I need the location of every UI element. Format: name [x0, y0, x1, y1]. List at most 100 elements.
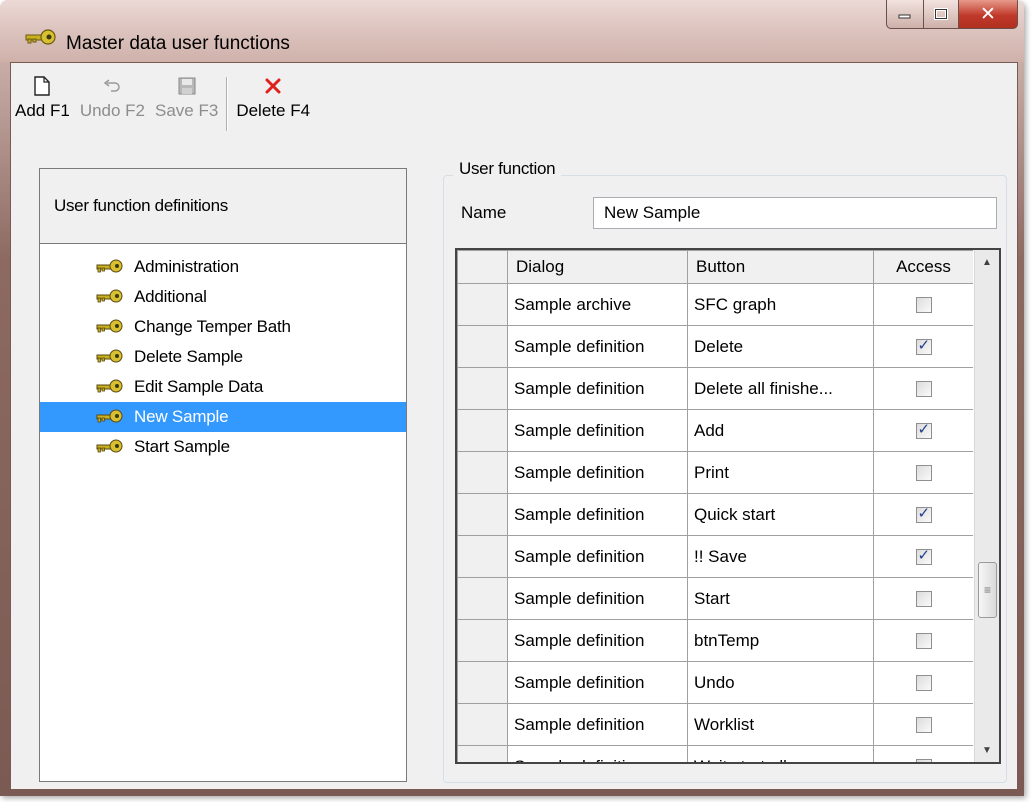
column-header-dialog[interactable]: Dialog — [507, 250, 688, 284]
dialog-cell[interactable]: Sample definition — [507, 451, 688, 494]
button-cell[interactable]: Wait start all — [687, 745, 874, 762]
button-cell[interactable]: Quick start — [687, 493, 874, 536]
button-cell[interactable]: !! Save — [687, 535, 874, 578]
row-header-cell[interactable] — [457, 493, 508, 536]
button-cell[interactable]: Worklist — [687, 703, 874, 746]
button-cell[interactable]: Add — [687, 409, 874, 452]
access-checkbox[interactable] — [915, 465, 932, 482]
table-row[interactable]: Sample definition!! Save — [457, 535, 973, 578]
toolbar: Add F1 Undo F2 Save F3 Delete F4 — [11, 63, 1017, 141]
undo-button[interactable]: Undo F2 — [80, 63, 145, 121]
scroll-up-arrow[interactable]: ▲ — [975, 250, 999, 274]
dialog-cell[interactable]: Sample definition — [507, 409, 688, 452]
button-cell[interactable]: Print — [687, 451, 874, 494]
tree-item-label: Start Sample — [134, 437, 230, 456]
row-header-cell[interactable] — [457, 283, 508, 326]
access-checkbox[interactable] — [915, 504, 932, 524]
dialog-cell[interactable]: Sample definition — [507, 367, 688, 410]
name-field[interactable]: New Sample — [593, 197, 997, 229]
minimize-button[interactable] — [886, 0, 924, 29]
access-cell[interactable] — [873, 577, 973, 620]
access-checkbox[interactable] — [915, 633, 932, 650]
button-cell[interactable]: Delete all finishe... — [687, 367, 874, 410]
maximize-icon — [934, 8, 948, 20]
scroll-down-arrow[interactable]: ▼ — [975, 738, 999, 762]
row-header-cell[interactable] — [457, 367, 508, 410]
table-row[interactable]: Sample definition Delete all finishe... — [457, 367, 973, 410]
column-header-button[interactable]: Button — [687, 250, 874, 284]
table-row[interactable]: Sample definition Print — [457, 451, 973, 494]
table-row[interactable]: Sample definition Quick start — [457, 493, 973, 536]
row-header-cell[interactable] — [457, 661, 508, 704]
button-cell[interactable]: SFC graph — [687, 283, 874, 326]
row-header-corner — [457, 250, 508, 284]
access-checkbox[interactable] — [915, 336, 932, 356]
access-cell[interactable] — [873, 493, 973, 536]
row-header-cell[interactable] — [457, 451, 508, 494]
table-row[interactable]: Sample definition btnTemp — [457, 619, 973, 662]
access-cell[interactable] — [873, 325, 973, 368]
table-row[interactable]: Sample definition Undo — [457, 661, 973, 704]
column-header-access[interactable]: Access — [873, 250, 973, 284]
table-row[interactable]: Sample definition Delete — [457, 325, 973, 368]
tree-item[interactable]: Delete Sample — [40, 342, 406, 372]
access-checkbox[interactable] — [915, 297, 932, 314]
tree-item[interactable]: Start Sample — [40, 432, 406, 462]
table-row[interactable]: Sample definitionWait start all — [457, 745, 973, 762]
access-cell[interactable] — [873, 535, 973, 578]
access-cell[interactable] — [873, 661, 973, 704]
access-cell[interactable] — [873, 451, 973, 494]
key-icon — [96, 409, 123, 423]
row-header-cell[interactable] — [457, 577, 508, 620]
access-cell[interactable] — [873, 745, 973, 762]
dialog-cell[interactable]: Sample definition — [507, 535, 688, 578]
access-checkbox[interactable] — [915, 675, 932, 692]
dialog-cell[interactable]: Sample definition — [507, 493, 688, 536]
access-cell[interactable] — [873, 367, 973, 410]
tree-item[interactable]: Administration — [40, 252, 406, 282]
row-header-cell[interactable] — [457, 325, 508, 368]
row-header-cell[interactable] — [457, 703, 508, 746]
button-cell[interactable]: Undo — [687, 661, 874, 704]
access-checkbox[interactable] — [915, 591, 932, 608]
button-cell[interactable]: Start — [687, 577, 874, 620]
tree-item[interactable]: Additional — [40, 282, 406, 312]
access-checkbox[interactable] — [915, 546, 932, 566]
maximize-button[interactable] — [924, 0, 959, 29]
tree-item[interactable]: New Sample — [40, 402, 406, 432]
access-cell[interactable] — [873, 409, 973, 452]
add-button[interactable]: Add F1 — [15, 63, 70, 121]
row-header-cell[interactable] — [457, 745, 508, 762]
button-cell[interactable]: btnTemp — [687, 619, 874, 662]
access-checkbox[interactable] — [915, 381, 932, 398]
table-row[interactable]: Sample archive SFC graph — [457, 283, 973, 326]
access-cell[interactable] — [873, 283, 973, 326]
vertical-scrollbar[interactable]: ▲ ≡ ▼ — [974, 250, 999, 762]
row-header-cell[interactable] — [457, 535, 508, 578]
access-checkbox[interactable] — [915, 420, 932, 440]
delete-button[interactable]: Delete F4 — [236, 63, 310, 121]
table-row[interactable]: Sample definition Add — [457, 409, 973, 452]
title-bar[interactable]: Master data user functions ✕ — [0, 0, 1024, 62]
access-cell[interactable] — [873, 619, 973, 662]
tree-item[interactable]: Change Temper Bath — [40, 312, 406, 342]
dialog-cell[interactable]: Sample definition — [507, 577, 688, 620]
dialog-cell[interactable]: Sample definition — [507, 325, 688, 368]
table-row[interactable]: Sample definition Start — [457, 577, 973, 620]
dialog-cell[interactable]: Sample definition — [507, 703, 688, 746]
dialog-cell[interactable]: Sample definition — [507, 619, 688, 662]
dialog-cell[interactable]: Sample archive — [507, 283, 688, 326]
tree-item[interactable]: Edit Sample Data — [40, 372, 406, 402]
access-checkbox[interactable] — [915, 717, 932, 734]
row-header-cell[interactable] — [457, 409, 508, 452]
close-button[interactable]: ✕ — [959, 0, 1018, 29]
scroll-thumb[interactable]: ≡ — [978, 562, 997, 618]
table-row[interactable]: Sample definition Worklist — [457, 703, 973, 746]
access-cell[interactable] — [873, 703, 973, 746]
dialog-cell[interactable]: Sample definition — [507, 661, 688, 704]
button-cell[interactable]: Delete — [687, 325, 874, 368]
row-header-cell[interactable] — [457, 619, 508, 662]
save-button[interactable]: Save F3 — [155, 63, 218, 121]
access-checkbox[interactable] — [915, 759, 932, 762]
dialog-cell[interactable]: Sample definition — [507, 745, 688, 762]
